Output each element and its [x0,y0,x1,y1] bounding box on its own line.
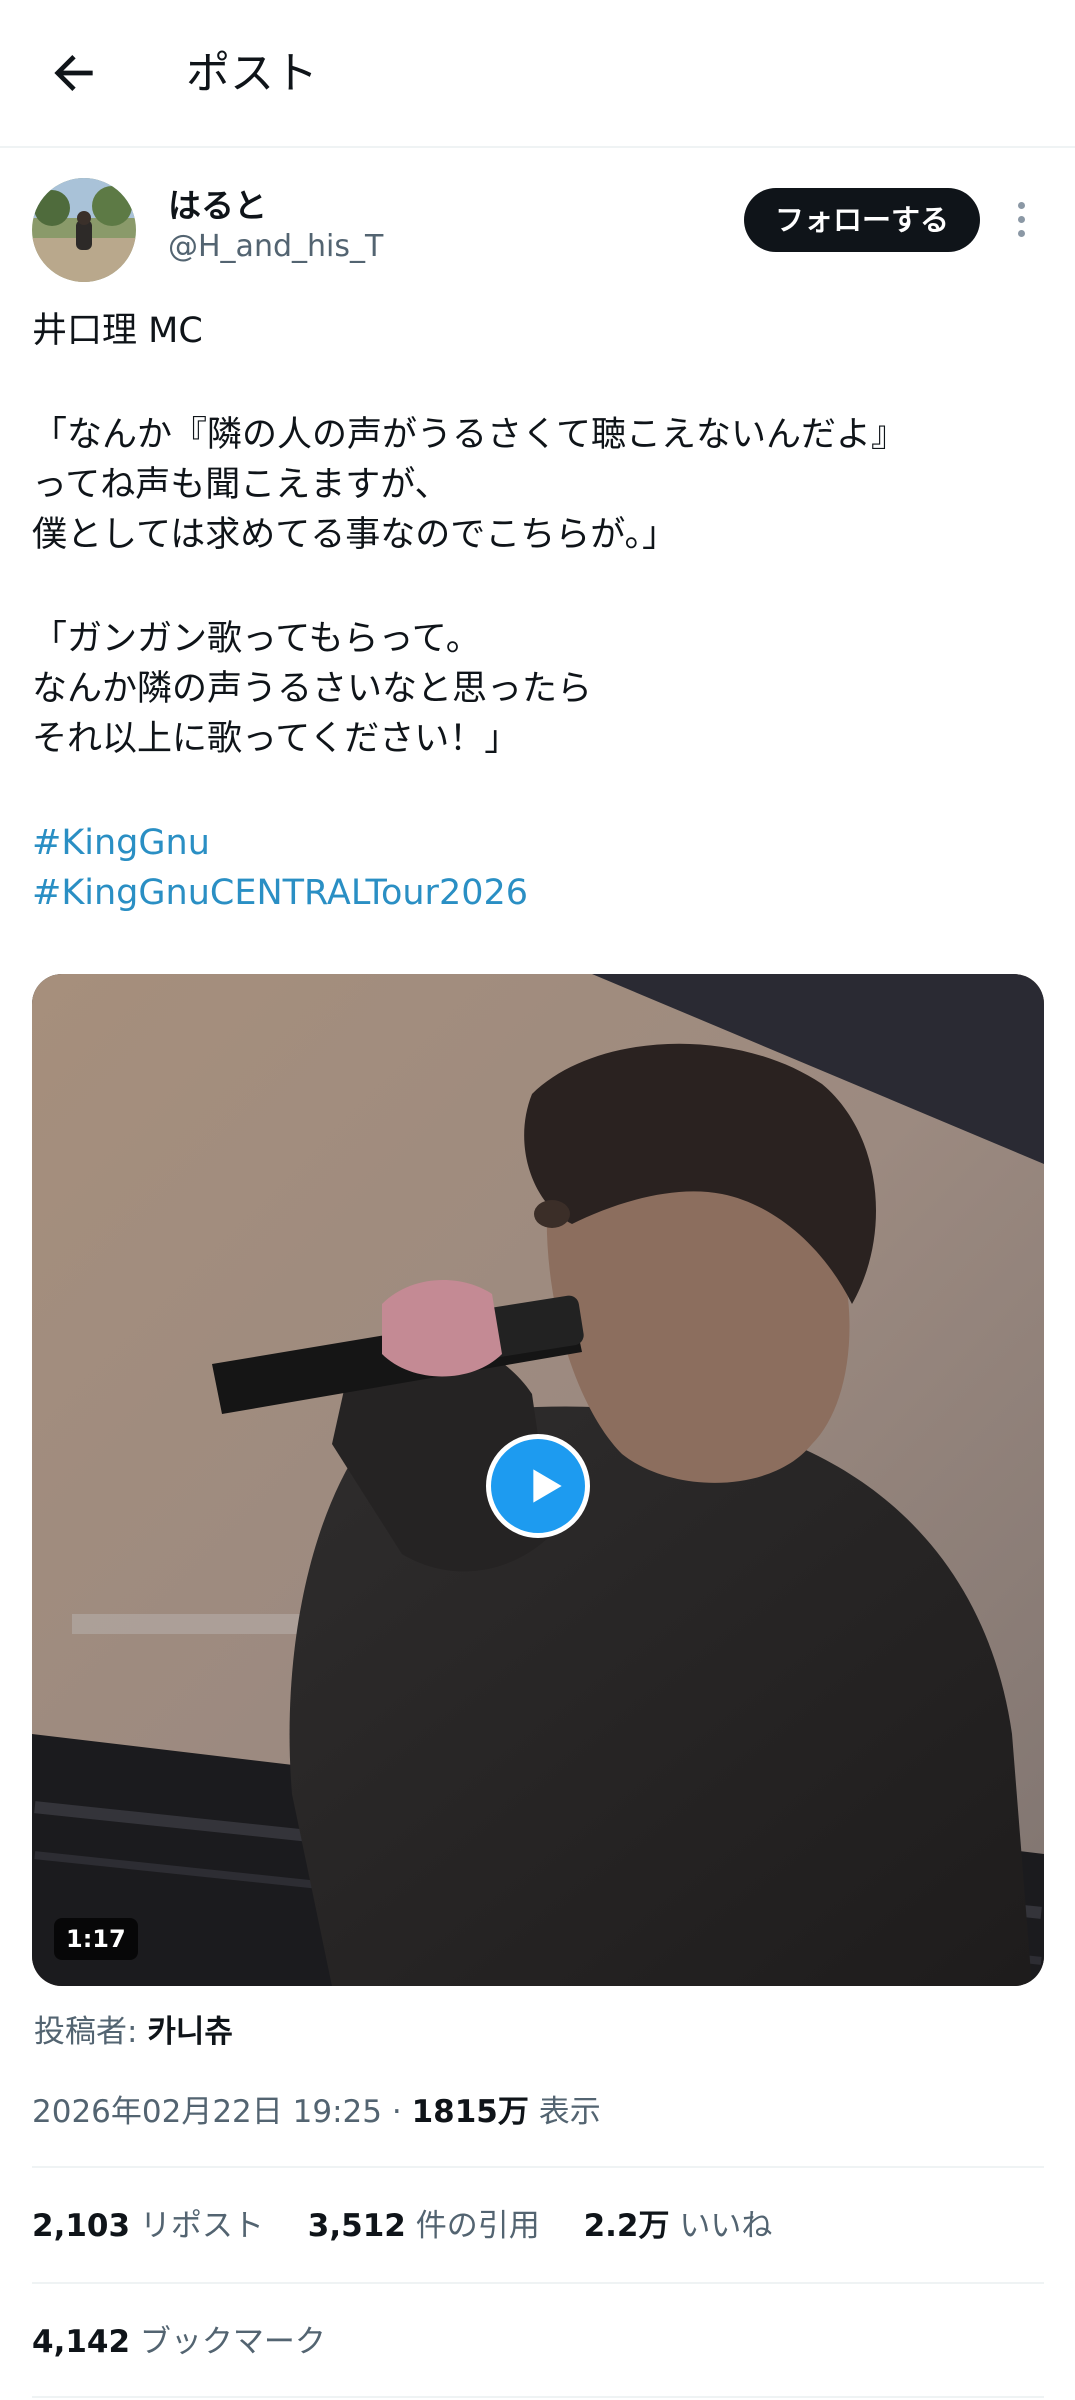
page-title: ポスト [186,48,318,99]
divider [32,2282,1044,2284]
post-line-blank [32,356,1042,410]
poster-label: 投稿者: [34,2014,138,2050]
post-meta: 2026年02月22日 19:25 · 1815万 表示 [32,2090,601,2134]
views-label: 表示 [538,2094,601,2130]
bookmarks-count: 4,142 [32,2324,131,2360]
poster-credit: 投稿者: 카니츄 [34,2010,233,2054]
bookmarks-label: ブックマーク [139,2324,326,2360]
reposts-count: 2,103 [32,2208,131,2244]
video-player[interactable]: 1:17 [32,974,1044,1986]
post-line: 井口理 MC [32,311,203,351]
follow-button[interactable]: フォローする [744,188,980,252]
play-button[interactable] [486,1434,590,1538]
poster-name[interactable]: 카니츄 [147,2014,233,2050]
likes-stat[interactable]: 2.2万 いいね [584,2204,773,2248]
arrow-left-icon [54,55,93,91]
post-line: 僕としては求めてる事なのでこちらが。」 [32,515,678,555]
more-vertical-icon[interactable] [1006,198,1036,244]
hashtag-link[interactable]: #KingGnu [32,818,1042,868]
play-icon [533,1469,562,1503]
top-bar: ポスト [0,0,1075,148]
divider [32,2396,1044,2398]
video-duration: 1:17 [54,1918,138,1960]
post-line: それ以上に歌ってください！」 [32,719,520,759]
meta-separator: · [391,2094,402,2130]
hashtag-link[interactable]: #KingGnuCENTRALTour2026 [32,868,1042,918]
post-line-blank [32,764,1042,818]
post-timestamp[interactable]: 2026年02月22日 19:25 [32,2094,382,2130]
post-text: 井口理 MC 「なんか『隣の人の声がうるさくて聴こえないんだよ』 ってね声も聞こ… [32,306,1042,918]
author-display-name[interactable]: はると [168,186,267,226]
post-line-blank [32,560,1042,614]
views-count: 1815万 [411,2094,529,2130]
post-line: 「ガンガン歌ってもらって。 [32,619,481,659]
author-handle[interactable]: @H_and_his_T [168,228,383,266]
likes-label: いいね [679,2208,773,2244]
post-line: ってね声も聞こえますが、 [32,465,450,505]
engagement-stats: 2,103 リポスト 3,512 件の引用 2.2万 いいね [32,2204,806,2248]
quotes-stat[interactable]: 3,512 件の引用 [308,2204,540,2248]
likes-count: 2.2万 [583,2208,670,2244]
post-line: なんか隣の声うるさいなと思ったら [32,669,593,709]
avatar[interactable] [32,178,136,282]
divider [32,2166,1044,2168]
quotes-label: 件の引用 [415,2208,540,2244]
bookmarks-stat[interactable]: 4,142 ブックマーク [32,2320,326,2364]
reposts-stat[interactable]: 2,103 リポスト [32,2204,264,2248]
reposts-label: リポスト [139,2208,264,2244]
back-button[interactable] [46,45,102,101]
quotes-count: 3,512 [307,2208,406,2244]
post-line: 「なんか『隣の人の声がうるさくて聴こえないんだよ』 [32,415,906,455]
